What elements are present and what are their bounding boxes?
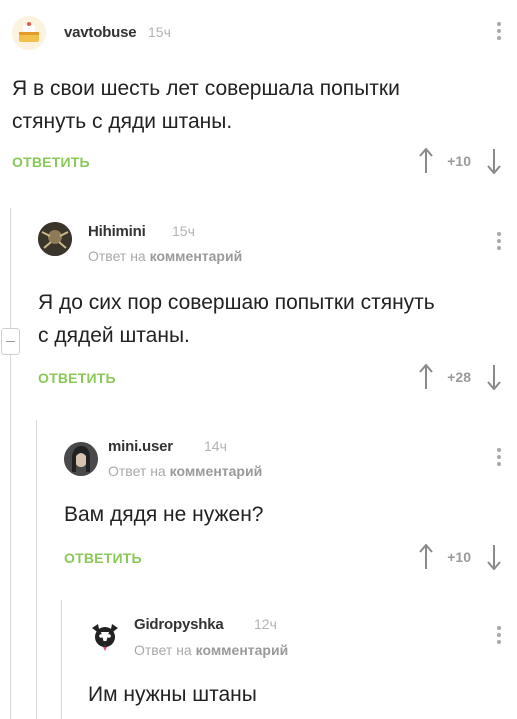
avatar[interactable] — [38, 222, 72, 256]
downvote-arrow-icon[interactable] — [487, 544, 501, 570]
kebab-menu-icon[interactable] — [497, 626, 501, 644]
reply-to-target[interactable]: комментарий — [150, 248, 243, 264]
kebab-menu-icon[interactable] — [497, 448, 501, 466]
comment-line: с дядей штаны. — [38, 324, 190, 347]
comment-line: Им нужны штаны — [88, 683, 257, 706]
reply-to-target[interactable]: комментарий — [196, 642, 289, 658]
timestamp: 12ч — [254, 616, 277, 632]
reply-to-prefix: Ответ на — [108, 463, 166, 479]
reply-to-link[interactable]: Ответ на комментарий — [108, 463, 262, 479]
timestamp: 15ч — [172, 223, 195, 239]
reply-button[interactable]: ОТВЕТИТЬ — [64, 550, 142, 566]
comment-line: Вам дядя не нужен? — [64, 503, 264, 526]
comment-hihimini: Hihimini 15ч Ответ на комментарий Я до с… — [38, 220, 517, 400]
reply-button[interactable]: ОТВЕТИТЬ — [38, 370, 116, 386]
comment-line: стянуть с дяди штаны. — [12, 110, 233, 133]
reply-button[interactable]: ОТВЕТИТЬ — [12, 154, 90, 170]
username[interactable]: mini.user — [108, 438, 173, 455]
rating-score: +10 — [447, 549, 471, 565]
comment-line: Я в свои шесть лет совершала попытки — [12, 77, 400, 100]
rating-score: +28 — [447, 369, 471, 385]
username[interactable]: Gidropyshka — [134, 616, 224, 633]
comment-text: Им нужны штаны — [88, 678, 257, 711]
upvote-arrow-icon[interactable] — [419, 544, 434, 570]
kebab-menu-icon[interactable] — [497, 22, 501, 40]
reply-to-target[interactable]: комментарий — [170, 463, 263, 479]
thread-line-level-1 — [10, 208, 11, 719]
timestamp: 15ч — [148, 24, 171, 40]
dog-avatar-icon[interactable] — [88, 620, 122, 654]
username[interactable]: Hihimini — [88, 223, 146, 240]
upvote-arrow-icon[interactable] — [419, 148, 434, 174]
rating-score: +10 — [447, 153, 471, 169]
downvote-arrow-icon[interactable] — [487, 148, 501, 174]
rating-controls: +10 — [419, 544, 501, 570]
comment-mini-user: mini.user 14ч Ответ на комментарий Вам д… — [64, 438, 517, 588]
username[interactable]: vavtobuse — [64, 24, 137, 41]
comment-text: Вам дядя не нужен? — [64, 498, 264, 531]
cake-avatar-icon[interactable] — [12, 16, 46, 50]
comment-text: Я до сих пор совершаю попытки стянуть с … — [38, 286, 435, 352]
comment-vavtobuse: vavtobuse 15ч Я в свои шесть лет соверша… — [12, 14, 517, 194]
rating-controls: +28 — [419, 364, 501, 390]
avatar[interactable] — [64, 442, 98, 476]
timestamp: 14ч — [204, 438, 227, 454]
comment-gidropyshka: Gidropyshka 12ч Ответ на комментарий Им … — [88, 614, 517, 719]
downvote-arrow-icon[interactable] — [487, 364, 501, 390]
kebab-menu-icon[interactable] — [497, 232, 501, 250]
upvote-arrow-icon[interactable] — [419, 364, 434, 390]
comment-text: Я в свои шесть лет совершала попытки стя… — [12, 72, 400, 138]
collapse-thread-icon — [6, 341, 15, 342]
thread-line-level-2 — [36, 420, 37, 719]
thread-line-level-3 — [61, 600, 62, 719]
rating-controls: +10 — [419, 148, 501, 174]
reply-to-prefix: Ответ на — [88, 248, 146, 264]
reply-to-link[interactable]: Ответ на комментарий — [88, 248, 242, 264]
reply-to-link[interactable]: Ответ на комментарий — [134, 642, 288, 658]
collapse-thread-button[interactable] — [1, 328, 20, 355]
reply-to-prefix: Ответ на — [134, 642, 192, 658]
comment-line: Я до сих пор совершаю попытки стянуть — [38, 291, 435, 314]
